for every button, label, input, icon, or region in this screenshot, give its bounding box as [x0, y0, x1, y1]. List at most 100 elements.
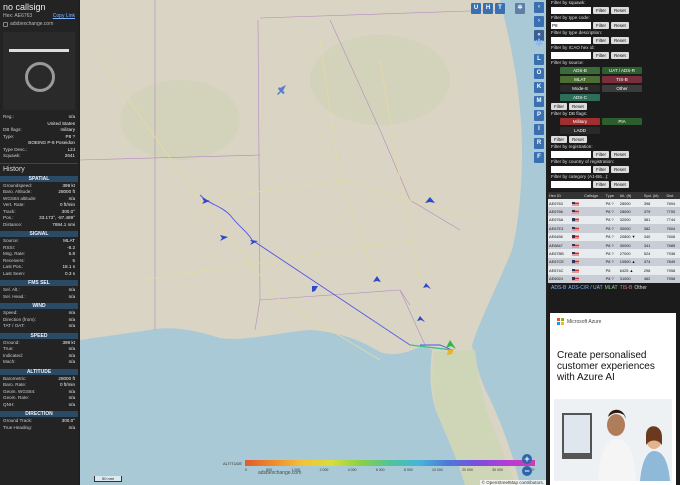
section-direction[interactable]: DIRECTION [0, 411, 78, 417]
table-row[interactable]: AE6847 P8 ? 30000 341 7685 [548, 240, 680, 250]
icao-input[interactable] [551, 52, 591, 59]
country-reset-button[interactable]: Reset [611, 166, 629, 173]
squawk-reset-button[interactable]: Reset [611, 7, 629, 14]
table-row[interactable]: AE6924 P8 ? 31000 462 7958 [548, 274, 680, 283]
registration-input[interactable] [551, 151, 591, 158]
column-header[interactable]: Type [604, 192, 619, 199]
column-header[interactable]: Callsign [583, 192, 605, 199]
zoom-out-button[interactable]: − [522, 466, 532, 476]
side-button-o[interactable]: O [534, 68, 544, 79]
source-link[interactable]: adsbexchange.com [10, 21, 53, 27]
category-reset-button[interactable]: Reset [611, 181, 629, 188]
country-filter-button[interactable]: Filter [593, 166, 609, 173]
country-input[interactable] [551, 166, 591, 173]
side-button-l[interactable]: L [534, 54, 544, 65]
us-flag-icon [571, 277, 579, 282]
squawk-input[interactable] [551, 7, 591, 14]
type-desc-input[interactable] [551, 37, 591, 44]
aircraft-icon[interactable] [417, 316, 425, 322]
aircraft-icon[interactable] [220, 235, 228, 241]
source-uat-chip[interactable]: UAT / ADS-R [602, 67, 642, 74]
tab-ads-c-r-uat[interactable]: ADS-C/R / UAT [568, 285, 602, 291]
source-adsc-chip[interactable]: ADS-C [560, 94, 600, 101]
dbflag-filter-button[interactable]: Filter [551, 136, 567, 143]
column-header[interactable] [570, 192, 584, 199]
side-button-k[interactable]: K [534, 82, 544, 93]
advertisement[interactable]: Microsoft Azure Create personalised cust… [550, 313, 676, 485]
copy-link-button[interactable]: Copy Link [53, 13, 75, 19]
table-row[interactable]: AE676A P8 ? 32000 381 7744 [548, 215, 680, 225]
aircraft-icon[interactable] [425, 197, 435, 203]
settings-icon[interactable]: ✲ [534, 38, 544, 49]
icao-reset-button[interactable]: Reset [611, 52, 629, 59]
dbflag-pia-chip[interactable]: PIA [602, 118, 642, 125]
table-row[interactable]: AE6763 P8 ? 28000 398 7694 [548, 199, 680, 208]
zoom-in-button[interactable]: + [522, 454, 532, 464]
tab-tis-b[interactable]: TIS-B [620, 285, 633, 291]
source-row: adsbexchange.com [0, 20, 78, 28]
aircraft-photo[interactable] [3, 32, 75, 110]
source-modes-chip[interactable]: Mode-S [560, 85, 600, 92]
tab-ads-b[interactable]: ADS-B [551, 285, 566, 291]
settings-gear-icon[interactable]: ✲ [515, 3, 525, 14]
source-mlat-chip[interactable]: MLAT [560, 76, 600, 83]
source-filter-button[interactable]: Filter [551, 103, 567, 110]
altitude-gradient [245, 460, 536, 466]
column-header[interactable]: Spd. (kt) [642, 192, 666, 199]
map-button-h[interactable]: H [483, 3, 493, 14]
tab-mlat[interactable]: MLAT [605, 285, 618, 291]
side-button-i[interactable]: I [534, 124, 544, 135]
reg-filter-button[interactable]: Filter [593, 151, 609, 158]
section-spatial[interactable]: SPATIAL [0, 175, 78, 182]
category-input[interactable] [551, 181, 591, 188]
detail-key: Mach: [3, 359, 16, 364]
dbflag-ladd-chip[interactable]: LADD [560, 127, 600, 134]
side-button-p[interactable]: P [534, 110, 544, 121]
table-row[interactable]: AE67CE P8 ? 10500 ▲ 374 7849 [548, 257, 680, 267]
section-speed[interactable]: SPEED [0, 332, 78, 339]
type-reset-button[interactable]: Reset [611, 22, 629, 29]
source-adsb-chip[interactable]: ADS-B [560, 67, 600, 74]
map-button-t[interactable]: T [495, 3, 505, 14]
aircraft-icon[interactable] [423, 283, 431, 289]
tab-other[interactable]: Other [634, 285, 647, 291]
history-toggle[interactable]: History [0, 162, 78, 173]
map-canvas[interactable] [80, 0, 546, 485]
table-row[interactable]: AE67BB P8 ? 27000 524 7936 [548, 249, 680, 258]
dbflag-reset-button[interactable]: Reset [569, 136, 587, 143]
collapse-left-icon[interactable]: ‹ [534, 2, 544, 13]
source-tisb-chip[interactable]: TIS-B [602, 76, 642, 83]
type-filter-button[interactable]: Filter [593, 22, 609, 29]
category-filter-button[interactable]: Filter [593, 181, 609, 188]
column-header[interactable]: Alt. (ft) [618, 192, 643, 199]
squawk-filter-button[interactable]: Filter [593, 7, 609, 14]
table-row[interactable]: AE6456 P8 ? 20800 ▼ 340 7606 [548, 232, 680, 241]
column-header[interactable]: Hex ID [548, 192, 571, 199]
source-other-chip[interactable]: Other [602, 85, 642, 92]
side-button-m[interactable]: M [534, 96, 544, 107]
desc-filter-button[interactable]: Filter [593, 37, 609, 44]
table-row[interactable]: AE67E3 P8 ? 30000 382 7604 [548, 224, 680, 233]
section-signal[interactable]: SIGNAL [0, 231, 78, 237]
desc-reset-button[interactable]: Reset [611, 37, 629, 44]
section-altitude[interactable]: ALTITUDE [0, 368, 78, 375]
source-reset-button[interactable]: Reset [569, 103, 587, 110]
section-fms[interactable]: FMS SEL [0, 280, 78, 286]
reg-reset-button[interactable]: Reset [611, 151, 629, 158]
aircraft-markers[interactable] [202, 85, 456, 355]
aircraft-icon[interactable] [312, 286, 318, 292]
expand-right-icon[interactable]: › [534, 16, 544, 27]
side-button-r[interactable]: R [534, 138, 544, 149]
table-row[interactable]: AE6766 P8 ? 28000 379 7700 [548, 207, 680, 216]
dbflag-military-chip[interactable]: Military [560, 118, 600, 125]
section-wind[interactable]: WIND [0, 303, 78, 309]
icao-filter-button[interactable]: Filter [593, 52, 609, 59]
map-view[interactable]: U H T ✲ ALTITUDE 0 500 1 000 2 000 4 000 6 00… [80, 0, 546, 485]
column-header[interactable]: Dist. [665, 192, 680, 199]
type-code-input[interactable]: P8 [551, 22, 591, 29]
aircraft-icon[interactable] [250, 240, 258, 245]
side-button-f[interactable]: F [534, 152, 544, 163]
map-button-u[interactable]: U [471, 3, 481, 14]
table-row[interactable]: AE674C P8 6425 ▲ 298 7958 [548, 266, 680, 275]
aircraft-icon[interactable] [277, 85, 286, 95]
